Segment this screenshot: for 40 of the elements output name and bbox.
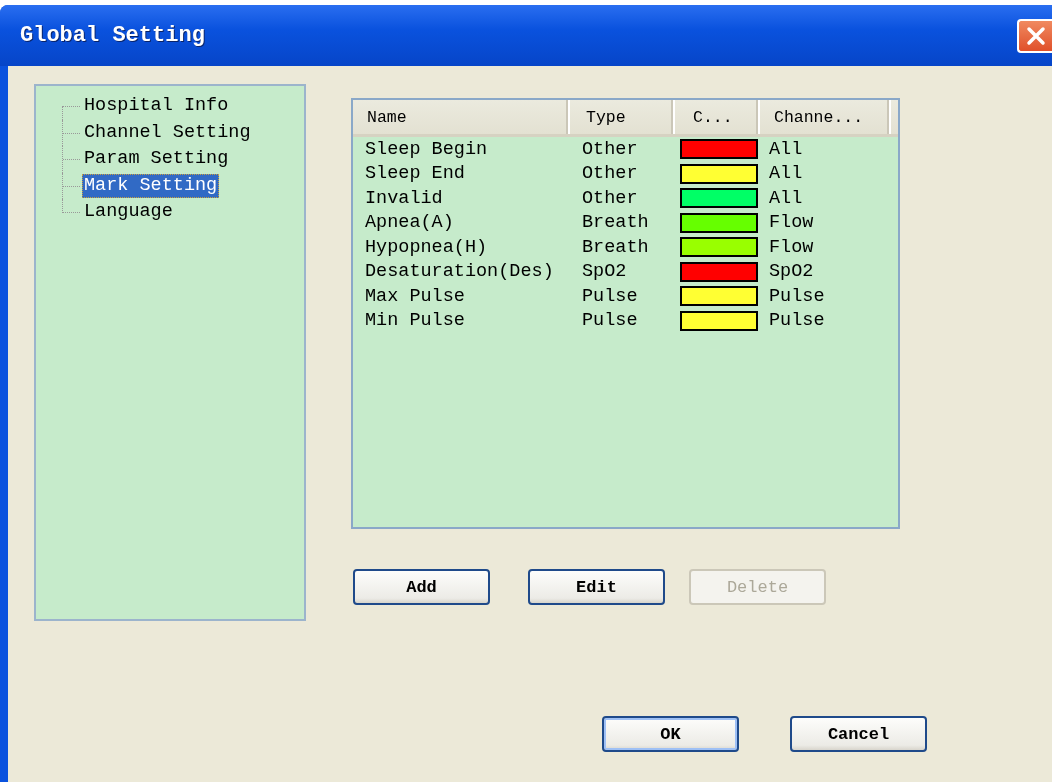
table-cell-text: Flow	[768, 212, 815, 234]
column-header[interactable]: Name	[353, 100, 570, 134]
close-icon	[1024, 24, 1047, 47]
tree-item[interactable]: Language	[82, 200, 175, 225]
table-cell-text: Pulse	[768, 310, 826, 332]
table-cell-text: Flow	[768, 236, 815, 258]
table-cell-text: Other	[581, 163, 639, 185]
table-cell-text: All	[768, 163, 804, 185]
table-cell-text: Hypopnea(H)	[364, 236, 489, 258]
table-cell-text: Invalid	[364, 187, 444, 209]
tree-item[interactable]: Mark Setting	[82, 173, 220, 198]
table-cell-text: Sleep Begin	[364, 138, 489, 160]
table-cell-text: Other	[581, 187, 639, 209]
window-title: Global Setting	[20, 23, 205, 48]
table-cell-text: Breath	[581, 236, 650, 258]
table-cell-text: Pulse	[768, 285, 826, 307]
column-header[interactable]: C...	[675, 100, 760, 134]
action-button[interactable]: Add	[353, 569, 490, 605]
table-cell-text: Min Pulse	[364, 310, 466, 332]
table-cell-text: Apnea(A)	[364, 212, 455, 234]
table-cell-text: Other	[581, 138, 639, 160]
table-cell-text: Pulse	[581, 285, 639, 307]
close-button[interactable]	[1017, 18, 1052, 53]
table-cell-text: Desaturation(Des)	[364, 261, 555, 283]
table-cell-text: SpO2	[768, 261, 815, 283]
table-cell-text: SpO2	[581, 261, 628, 283]
table-cell-text: Sleep End	[364, 163, 466, 185]
table-cell-text: Pulse	[581, 310, 639, 332]
tree-item[interactable]: Hospital Info	[82, 94, 231, 119]
table-cell-text: All	[768, 138, 804, 160]
table-cell-text: All	[768, 187, 804, 209]
column-header[interactable]: Channe...	[760, 100, 891, 134]
tree-item[interactable]: Param Setting	[82, 147, 231, 172]
table-cell-text: Max Pulse	[364, 285, 466, 307]
dialog-button[interactable]: Cancel	[790, 716, 927, 752]
tree-item[interactable]: Channel Setting	[82, 120, 253, 145]
action-button[interactable]: Edit	[528, 569, 665, 605]
table-cell-text: Breath	[581, 212, 650, 234]
column-header[interactable]: Type	[570, 100, 675, 134]
dialog-button[interactable]: OK	[602, 716, 739, 752]
